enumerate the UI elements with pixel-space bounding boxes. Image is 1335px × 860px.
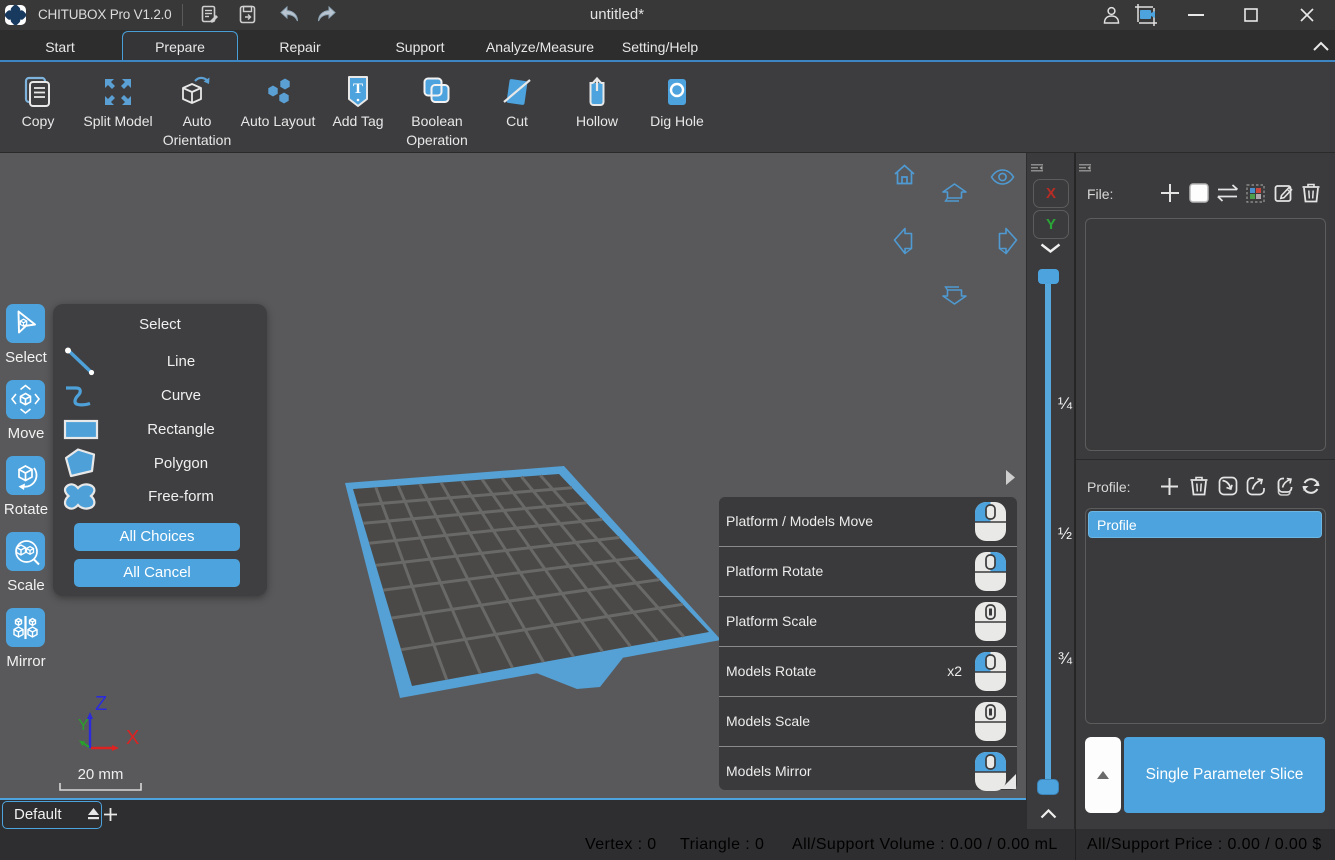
svg-text:X: X: [126, 727, 139, 749]
svg-text:Y: Y: [78, 717, 89, 734]
svg-text:Z: Z: [95, 693, 107, 715]
svg-text:T: T: [353, 81, 363, 97]
